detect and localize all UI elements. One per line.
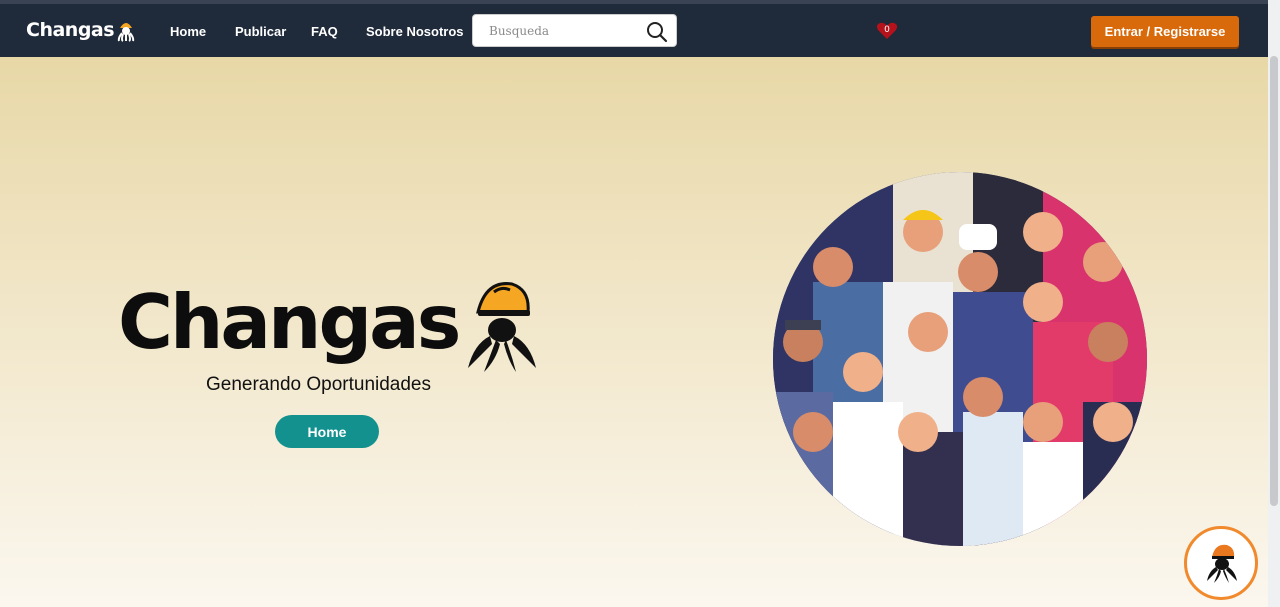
scrollbar-thumb[interactable] xyxy=(1270,56,1278,506)
nav-link-home[interactable]: Home xyxy=(170,24,206,39)
octopus-helmet-icon xyxy=(468,282,537,372)
chat-widget-button[interactable] xyxy=(1184,526,1258,600)
brand-name: Changas xyxy=(26,19,115,41)
workers-illustration xyxy=(773,172,1147,546)
brand-logo[interactable]: Changas xyxy=(26,17,136,43)
search-icon[interactable] xyxy=(646,21,668,43)
nav-link-publicar[interactable]: Publicar xyxy=(235,24,286,39)
favorites-count: 0 xyxy=(884,25,890,35)
nav-link-faq[interactable]: FAQ xyxy=(311,24,338,39)
hero-title: Changas xyxy=(118,278,461,366)
chat-icon xyxy=(1207,544,1237,583)
octopus-helmet-icon xyxy=(117,23,135,42)
navbar: Changas Home Publicar FAQ Sobre Nosotros… xyxy=(0,4,1268,57)
favorites-heart[interactable]: 0 xyxy=(876,22,898,40)
hero-logo: Changas xyxy=(118,278,538,372)
search-input[interactable] xyxy=(489,22,639,40)
login-register-button[interactable]: Entrar / Registrarse xyxy=(1091,16,1239,47)
hero-home-button[interactable]: Home xyxy=(275,415,379,448)
hero-tagline: Generando Oportunidades xyxy=(206,374,431,395)
nav-link-sobre-nosotros[interactable]: Sobre Nosotros xyxy=(366,24,464,39)
search-box xyxy=(472,14,677,47)
page-scrollbar[interactable] xyxy=(1268,0,1280,607)
